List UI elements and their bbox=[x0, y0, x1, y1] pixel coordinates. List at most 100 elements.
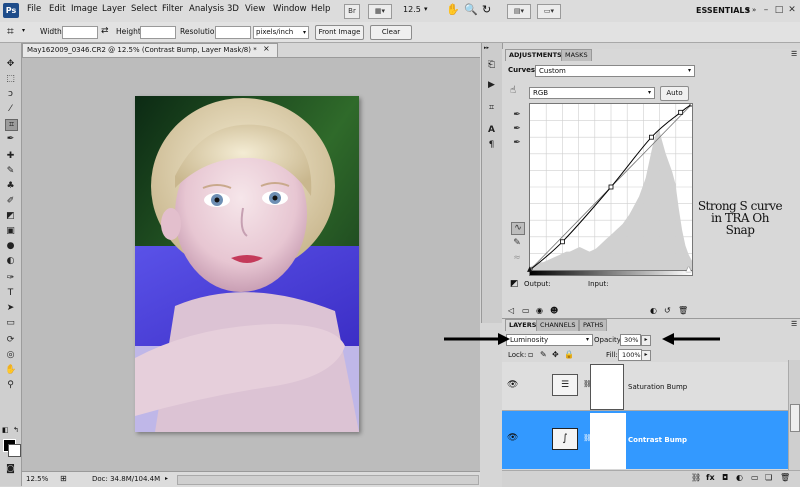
layer-mask-thumbnail[interactable] bbox=[590, 413, 626, 469]
clear-button[interactable]: Clear bbox=[370, 25, 412, 40]
workspace-switcher[interactable]: ESSENTIALS bbox=[696, 6, 750, 15]
layer-row-contrast-bump[interactable]: 👁 ∫ ⛓ Contrast Bump bbox=[502, 411, 788, 469]
layer-row-saturation-bump[interactable]: 👁 ☰ ⛓ Saturation Bump bbox=[502, 362, 788, 411]
blur-tool-icon[interactable]: ● bbox=[5, 241, 16, 251]
brush-tool-icon[interactable]: ✎ bbox=[5, 166, 16, 176]
expand-view-icon[interactable]: ▭ bbox=[522, 306, 530, 315]
status-zoom[interactable]: 12.5% bbox=[26, 475, 48, 483]
smooth-curve-icon[interactable]: ≈ bbox=[511, 253, 523, 264]
scrollbar-thumb[interactable] bbox=[790, 404, 800, 432]
quick-select-tool-icon[interactable]: ⁄ bbox=[5, 104, 16, 114]
type-tool-icon[interactable]: T bbox=[5, 288, 16, 298]
hue-saturation-adjustment-icon[interactable]: ☰ bbox=[552, 374, 578, 396]
layer-name[interactable]: Contrast Bump bbox=[628, 436, 687, 444]
set-black-point-icon[interactable]: ✒ bbox=[511, 110, 523, 121]
screen-mode-button[interactable]: ▭▾ bbox=[537, 4, 561, 19]
tab-adjustments[interactable]: ADJUSTMENTS bbox=[505, 49, 566, 61]
close-window-button[interactable]: ✕ bbox=[786, 4, 798, 16]
swap-dimensions-icon[interactable]: ⇄ bbox=[101, 26, 109, 36]
lasso-tool-icon[interactable]: ↄ bbox=[5, 89, 16, 99]
return-icon[interactable]: ◁ bbox=[508, 306, 514, 315]
menu-3d[interactable]: 3D bbox=[227, 4, 239, 14]
curve-edit-points-icon[interactable]: ∿ bbox=[511, 222, 525, 235]
delete-icon[interactable]: 🗑 bbox=[678, 306, 688, 315]
layers-scrollbar[interactable] bbox=[788, 360, 800, 470]
status-info-icon[interactable]: ⊞ bbox=[60, 474, 67, 483]
history-panel-icon[interactable]: ⎗ bbox=[486, 60, 497, 70]
close-icon[interactable]: × bbox=[263, 44, 270, 53]
clip-to-layer-icon[interactable]: ◉ bbox=[536, 306, 543, 315]
dodge-tool-icon[interactable]: ◐ bbox=[5, 256, 16, 266]
black-slider-icon[interactable]: ▲ bbox=[527, 265, 532, 273]
layer-style-icon[interactable]: fx bbox=[706, 473, 715, 482]
layer-mask-thumbnail[interactable] bbox=[590, 364, 624, 410]
status-menu-icon[interactable]: ▸ bbox=[165, 475, 168, 482]
crop-tool-icon[interactable]: ⌗ bbox=[7, 24, 14, 39]
view-previous-icon[interactable]: ◐ bbox=[650, 306, 657, 315]
set-white-point-icon[interactable]: ✒ bbox=[511, 138, 523, 149]
menu-select[interactable]: Select bbox=[131, 4, 157, 14]
visibility-icon[interactable]: ☻ bbox=[550, 306, 558, 315]
view-extras-button[interactable]: ▦▾ bbox=[368, 4, 392, 19]
workspace-overflow-icon[interactable]: » bbox=[752, 6, 756, 14]
front-image-button[interactable]: Front Image bbox=[315, 25, 364, 40]
minimize-button[interactable]: – bbox=[760, 4, 772, 16]
eye-icon[interactable]: 👁 bbox=[507, 380, 518, 390]
panel-menu-icon[interactable]: ☰ bbox=[791, 320, 797, 328]
eraser-tool-icon[interactable]: ◩ bbox=[5, 211, 16, 221]
set-gray-point-icon[interactable]: ✒ bbox=[511, 124, 523, 135]
hand-tool-icon[interactable]: ✋ bbox=[446, 3, 460, 16]
targeted-adjustment-icon[interactable]: ☝ bbox=[510, 85, 516, 96]
document-tab[interactable]: May162009_0346.CR2 @ 12.5% (Contrast Bum… bbox=[22, 43, 278, 57]
menu-edit[interactable]: Edit bbox=[49, 4, 65, 14]
white-slider-icon[interactable]: ▲ bbox=[686, 265, 691, 273]
menu-file[interactable]: File bbox=[27, 4, 41, 14]
pen-tool-icon[interactable]: ✑ bbox=[5, 273, 16, 283]
swap-colors-icon[interactable]: ↰ bbox=[13, 426, 19, 434]
workspace-dropdown-icon[interactable]: ▾ bbox=[746, 6, 750, 14]
zoom-tool-icon[interactable]: 🔍 bbox=[464, 3, 478, 16]
shape-tool-icon[interactable]: ▭ bbox=[5, 318, 16, 328]
quick-mask-icon[interactable]: ◙ bbox=[5, 464, 16, 474]
curves-adjustment-icon[interactable]: ∫ bbox=[552, 428, 578, 450]
layer-name[interactable]: Saturation Bump bbox=[628, 383, 687, 391]
menu-layer[interactable]: Layer bbox=[102, 4, 126, 14]
curves-preset-select[interactable]: Custom ▾ bbox=[535, 65, 695, 77]
tool-presets-icon[interactable]: ⌗ bbox=[486, 103, 497, 113]
resolution-unit-select[interactable]: pixels/inch ▾ bbox=[253, 26, 309, 39]
eyedropper-tool-icon[interactable]: ✒ bbox=[5, 134, 16, 144]
zoom-level[interactable]: 12.5 bbox=[403, 5, 421, 14]
link-layers-icon[interactable]: ⛓ bbox=[691, 473, 701, 482]
panel-menu-icon[interactable]: ☰ bbox=[791, 50, 797, 58]
horizontal-scrollbar[interactable] bbox=[177, 475, 479, 485]
zoom-dropdown-icon[interactable]: ▾ bbox=[424, 5, 428, 13]
channel-select[interactable]: RGB ▾ bbox=[529, 87, 655, 99]
menu-analysis[interactable]: Analysis bbox=[189, 4, 224, 14]
menu-image[interactable]: Image bbox=[71, 4, 98, 14]
tab-masks[interactable]: MASKS bbox=[561, 49, 592, 61]
clone-stamp-tool-icon[interactable]: ♣ bbox=[5, 181, 16, 191]
new-layer-icon[interactable]: ❏ bbox=[765, 473, 772, 482]
height-input[interactable] bbox=[140, 26, 176, 39]
reset-icon[interactable]: ↺ bbox=[664, 306, 671, 315]
clip-warning-icon[interactable]: ◩ bbox=[510, 279, 519, 289]
marquee-tool-icon[interactable]: ⬚ bbox=[5, 74, 16, 84]
maximize-button[interactable]: □ bbox=[773, 4, 785, 16]
rotate-view-icon[interactable]: ↻ bbox=[482, 3, 491, 16]
character-panel-icon[interactable]: A bbox=[486, 125, 497, 135]
new-group-icon[interactable]: ▭ bbox=[751, 473, 759, 482]
crop-tool-icon[interactable]: ⌗ bbox=[5, 119, 18, 131]
gradient-tool-icon[interactable]: ▣ bbox=[5, 226, 16, 236]
draw-curve-icon[interactable]: ✎ bbox=[511, 238, 523, 249]
width-input[interactable] bbox=[62, 26, 98, 39]
3d-rotate-tool-icon[interactable]: ⟳ bbox=[5, 335, 16, 345]
default-colors-icon[interactable]: ◧ bbox=[2, 426, 9, 434]
new-adjustment-icon[interactable]: ◐ bbox=[736, 473, 743, 482]
menu-filter[interactable]: Filter bbox=[162, 4, 183, 14]
tool-preset-dropdown-icon[interactable]: ▾ bbox=[22, 27, 25, 34]
add-mask-icon[interactable]: ◘ bbox=[722, 473, 728, 482]
move-tool-icon[interactable]: ✥ bbox=[5, 59, 16, 69]
document-photo[interactable] bbox=[135, 96, 359, 432]
resolution-input[interactable] bbox=[215, 26, 251, 39]
eye-icon[interactable]: 👁 bbox=[507, 433, 518, 443]
